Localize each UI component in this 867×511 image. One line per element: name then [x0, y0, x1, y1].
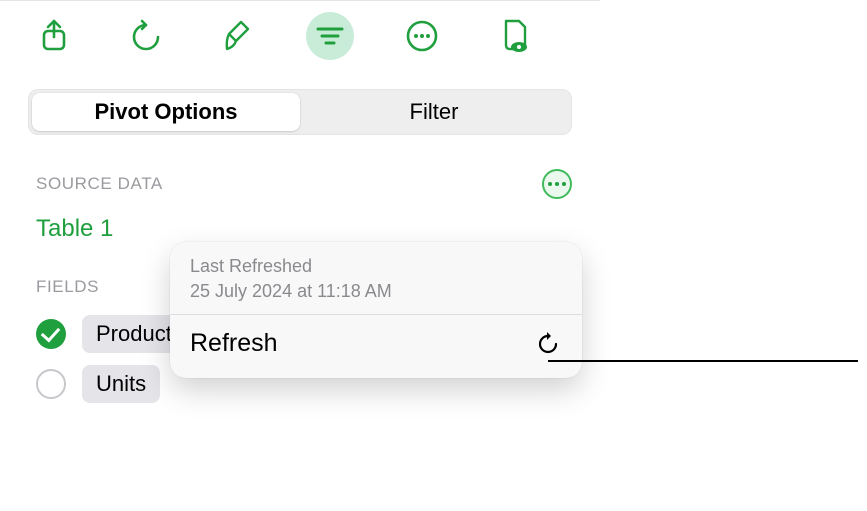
- filter-lines-icon: [315, 24, 345, 48]
- pivot-panel-button[interactable]: [306, 12, 354, 60]
- field-chip[interactable]: Units: [82, 365, 160, 403]
- toolbar: [0, 1, 600, 71]
- dot-icon: [555, 182, 559, 186]
- refresh-popover: Last Refreshed 25 July 2024 at 11:18 AM …: [170, 242, 582, 378]
- refresh-label: Refresh: [190, 329, 278, 358]
- inspector-tabs: Pivot Options Filter: [28, 89, 572, 135]
- last-refreshed-timestamp: 25 July 2024 at 11:18 AM: [190, 281, 562, 302]
- refresh-action[interactable]: Refresh: [170, 315, 582, 372]
- review-button[interactable]: [490, 12, 538, 60]
- source-table-name[interactable]: Table 1: [0, 199, 600, 243]
- share-button[interactable]: [30, 12, 78, 60]
- share-icon: [39, 19, 69, 53]
- format-brush-button[interactable]: [214, 12, 262, 60]
- tab-pivot-options[interactable]: Pivot Options: [32, 93, 300, 131]
- source-data-more-button[interactable]: [542, 169, 572, 199]
- dot-icon: [562, 182, 566, 186]
- field-checkbox-units[interactable]: [36, 369, 66, 399]
- document-eye-icon: [499, 18, 529, 54]
- source-data-section-label: SOURCE DATA: [36, 174, 163, 194]
- field-checkbox-product[interactable]: [36, 319, 66, 349]
- undo-icon: [129, 19, 163, 53]
- dot-icon: [548, 182, 552, 186]
- callout-leader-line: [548, 360, 858, 362]
- tab-filter[interactable]: Filter: [300, 93, 568, 131]
- paintbrush-icon: [223, 19, 253, 53]
- more-button[interactable]: [398, 12, 446, 60]
- refresh-icon: [534, 330, 562, 358]
- last-refreshed-label: Last Refreshed: [190, 256, 562, 277]
- ellipsis-circle-icon: [405, 19, 439, 53]
- undo-button[interactable]: [122, 12, 170, 60]
